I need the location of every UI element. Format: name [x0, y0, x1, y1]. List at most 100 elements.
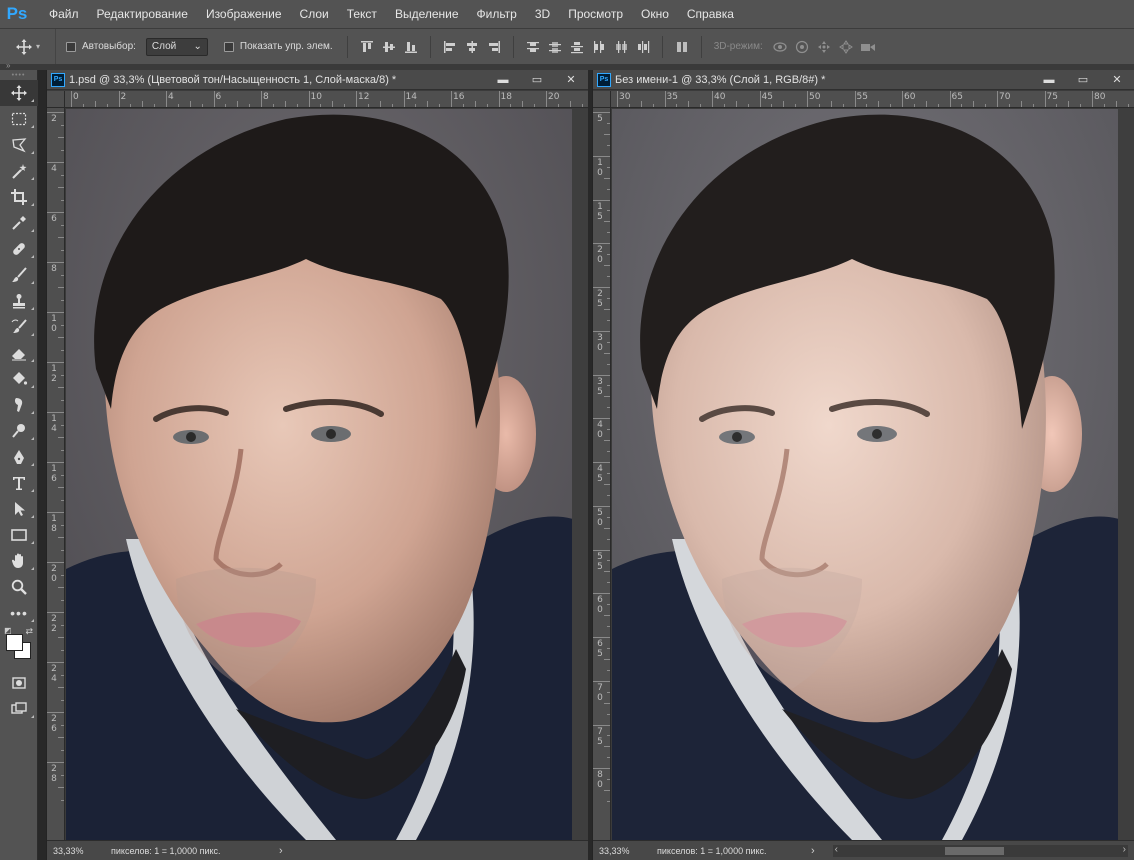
distribute-bottom-button[interactable] [566, 36, 588, 58]
healing-brush-tool[interactable] [0, 236, 38, 262]
paint-bucket-tool[interactable] [0, 366, 38, 392]
menu-window[interactable]: Окно [632, 0, 678, 28]
dodge-tool[interactable] [0, 418, 38, 444]
ruler-horizontal[interactable]: 30 35 40 45 50 55 60 65 70 75 80 [611, 91, 1134, 108]
flyout-indicator [31, 437, 34, 440]
menu-layers[interactable]: Слои [291, 0, 338, 28]
document-canvas[interactable] [66, 109, 572, 840]
info-menu-arrow[interactable]: › [279, 845, 283, 857]
ruler-minor-tick [61, 299, 64, 301]
panel-grip[interactable]: •••• [0, 70, 37, 80]
type-tool[interactable] [0, 470, 38, 496]
ruler-vertical[interactable]: 5101520253035404550556065707580 [593, 108, 611, 840]
checkbox-box[interactable] [66, 41, 76, 52]
autoselect-checkbox[interactable]: Автовыбор: [66, 41, 136, 52]
screen-mode-button[interactable] [0, 696, 38, 722]
restore-button[interactable]: ▭ [520, 70, 554, 90]
ruler-minor-tick [61, 749, 64, 751]
distribute-right-button[interactable] [632, 36, 654, 58]
menu-filter[interactable]: Фильтр [468, 0, 526, 28]
zoom-tool[interactable] [0, 574, 38, 600]
distribute-hcenter-button[interactable] [610, 36, 632, 58]
minimize-button[interactable]: ▬ [486, 70, 520, 90]
align-bottom-button[interactable] [400, 36, 422, 58]
ruler-origin[interactable] [47, 91, 65, 108]
ruler-minor-tick [58, 637, 64, 638]
ruler-horizontal[interactable]: 0 2 4 6 8 10 12 14 16 18 20 [65, 91, 588, 108]
restore-button[interactable]: ▭ [1066, 70, 1100, 90]
distribute-top-button[interactable] [522, 36, 544, 58]
scroll-right-icon[interactable]: › [1123, 844, 1126, 855]
ruler-tick [593, 593, 610, 595]
zoom-level[interactable]: 33,33% [47, 846, 95, 856]
move-tool[interactable] [0, 80, 38, 106]
quick-mask-button[interactable] [0, 670, 38, 696]
ruler-origin[interactable] [593, 91, 611, 108]
menu-select[interactable]: Выделение [386, 0, 468, 28]
menu-view[interactable]: Просмотр [559, 0, 632, 28]
menu-3d[interactable]: 3D [526, 0, 559, 28]
collapse-arrows-icon[interactable]: » [6, 61, 10, 70]
3d-scale-button[interactable] [857, 36, 879, 58]
ruler-tick [593, 199, 610, 201]
rectangle-tool[interactable] [0, 522, 38, 548]
vertical-scrollbar[interactable] [1118, 109, 1134, 840]
crop-tool[interactable] [0, 184, 38, 210]
menu-image[interactable]: Изображение [197, 0, 291, 28]
show-controls-checkbox[interactable]: Показать упр. элем. [223, 41, 333, 52]
marquee-tool[interactable] [0, 106, 38, 132]
align-top-button[interactable] [356, 36, 378, 58]
eraser-tool[interactable] [0, 340, 38, 366]
foreground-color[interactable] [6, 634, 23, 651]
ruler-label: 2 [50, 114, 58, 124]
distribute-vcenter-button[interactable] [544, 36, 566, 58]
clone-stamp-tool[interactable] [0, 288, 38, 314]
menu-type[interactable]: Текст [338, 0, 386, 28]
scroll-left-icon[interactable]: ‹ [835, 844, 838, 855]
distribute-left-button[interactable] [588, 36, 610, 58]
ruler-vertical[interactable]: 246810121416182022242628 [47, 108, 65, 840]
history-brush-tool[interactable] [0, 314, 38, 340]
align-hcenter-button[interactable] [461, 36, 483, 58]
autoselect-dropdown[interactable]: Слой ⌄ [145, 37, 208, 56]
3d-roll-button[interactable] [791, 36, 813, 58]
brush-tool[interactable] [0, 262, 38, 288]
ruler-label-char: 8 [597, 770, 603, 781]
info-menu-arrow[interactable]: › [811, 845, 815, 857]
close-button[interactable]: ✕ [1100, 70, 1134, 90]
pen-icon [14, 450, 24, 464]
magic-wand-tool[interactable] [0, 158, 38, 184]
zoom-level[interactable]: 33,33% [593, 846, 641, 856]
menu-file[interactable]: Файл [40, 0, 88, 28]
align-vcenter-button[interactable] [378, 36, 400, 58]
hand-tool[interactable] [0, 548, 38, 574]
align-left-button[interactable] [439, 36, 461, 58]
pen-tool[interactable] [0, 444, 38, 470]
eyedropper-tool[interactable] [0, 210, 38, 236]
document-tab[interactable]: Ps 1.psd @ 33,3% (Цветовой тон/Насыщенно… [47, 70, 588, 90]
3d-pan-button[interactable] [813, 36, 835, 58]
smudge-tool[interactable] [0, 392, 38, 418]
3d-orbit-button[interactable] [769, 36, 791, 58]
menu-edit[interactable]: Редактирование [88, 0, 197, 28]
ruler-label-char: 4 [51, 674, 57, 684]
more-tools[interactable]: ••• [0, 600, 38, 626]
scrollbar-thumb[interactable] [944, 846, 1004, 855]
auto-align-button[interactable] [671, 36, 693, 58]
tool-preset-picker[interactable]: ▾ [0, 28, 56, 65]
minimize-button[interactable]: ▬ [1032, 70, 1066, 90]
document-canvas[interactable] [612, 109, 1118, 840]
swap-colors-icon[interactable]: ⇄ [25, 626, 33, 637]
horizontal-scrollbar[interactable]: ‹ › [832, 844, 1128, 857]
3d-slide-button[interactable] [835, 36, 857, 58]
close-button[interactable]: ✕ [554, 70, 588, 90]
document-tab[interactable]: Ps Без имени-1 @ 33,3% (Слой 1, RGB/8#) … [593, 70, 1134, 90]
ruler-label: 6 [50, 214, 58, 224]
checkbox-box[interactable] [223, 41, 234, 52]
lasso-tool[interactable] [0, 132, 38, 158]
align-right-button[interactable] [483, 36, 505, 58]
path-selection-tool[interactable] [0, 496, 38, 522]
menu-help[interactable]: Справка [678, 0, 743, 28]
ruler-tick [47, 612, 64, 613]
vertical-scrollbar[interactable] [572, 109, 588, 840]
